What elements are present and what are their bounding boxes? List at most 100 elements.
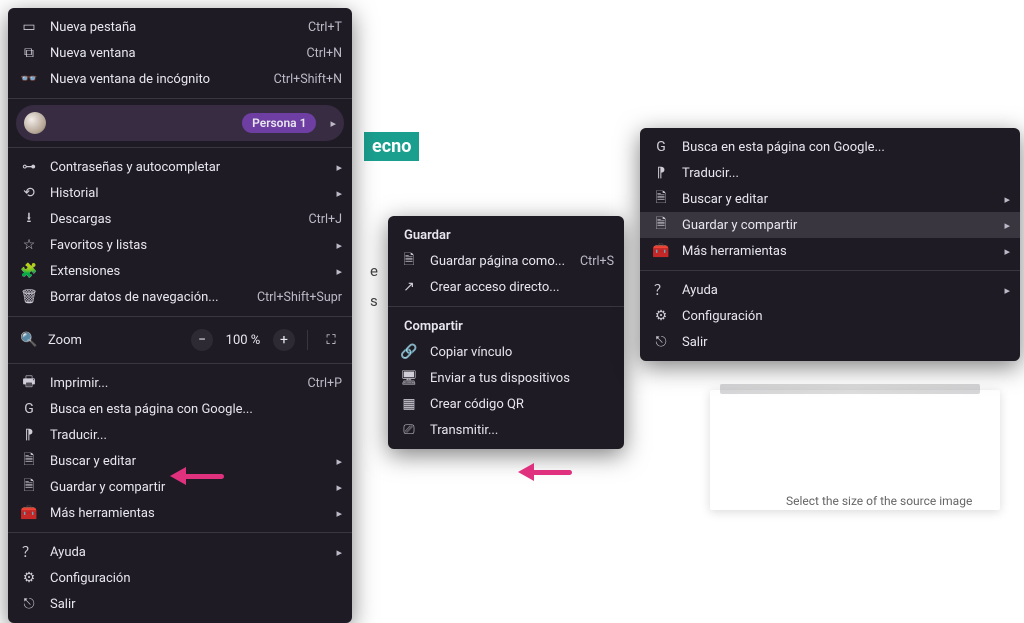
- translate-icon: ⁋: [652, 165, 670, 181]
- fullscreen-button[interactable]: ⛶: [320, 329, 342, 351]
- menu-label: Guardar y compartir: [50, 480, 318, 495]
- gear-icon: ⚙: [20, 570, 38, 586]
- menu-translate[interactable]: ⁋ Traducir...: [8, 422, 352, 448]
- zoom-in-button[interactable]: +: [273, 329, 295, 351]
- shortcut: Ctrl+S: [580, 254, 614, 269]
- google-icon: G: [20, 401, 38, 417]
- shortcut: Ctrl+N: [306, 46, 342, 61]
- shortcut: Ctrl+P: [308, 376, 342, 391]
- profile-selector[interactable]: Persona 1 ▸: [16, 105, 344, 141]
- menu-bookmarks-lists[interactable]: ☆ Favoritos y listas ▸: [8, 232, 352, 258]
- menu-label: Nueva ventana de incógnito: [50, 72, 262, 87]
- menu-downloads[interactable]: ⭳ Descargas Ctrl+J: [8, 206, 352, 232]
- menu-settings[interactable]: ⚙ Configuración: [8, 565, 352, 591]
- chevron-right-icon: ▸: [998, 284, 1010, 297]
- menu-label: Más herramientas: [50, 506, 318, 521]
- submenu-cast[interactable]: ⎚ Transmitir...: [388, 417, 624, 443]
- menu-label: Crear código QR: [430, 397, 614, 412]
- translate-icon: ⁋: [20, 427, 38, 443]
- menu-more-tools[interactable]: 🧰 Más herramientas ▸: [640, 238, 1020, 264]
- menu-help[interactable]: ？ Ayuda ▸: [8, 539, 352, 565]
- background-card: [710, 390, 1000, 510]
- menu-clear-browsing-data[interactable]: 🗑 Borrar datos de navegación... Ctrl+Shi…: [8, 284, 352, 310]
- star-icon: ☆: [20, 237, 38, 253]
- menu-new-tab[interactable]: ▭ Nueva pestaña Ctrl+T: [8, 14, 352, 40]
- menu-help[interactable]: ？ Ayuda ▸: [640, 277, 1020, 303]
- menu-search-google[interactable]: G Busca en esta página con Google...: [8, 396, 352, 422]
- menu-passwords-autofill[interactable]: ⊶ Contraseñas y autocompletar ▸: [8, 154, 352, 180]
- ecno-badge: ecno: [364, 132, 419, 161]
- cast-icon: ⎚: [400, 422, 418, 438]
- new-tab-icon: ▭: [20, 19, 38, 35]
- google-icon: G: [652, 139, 670, 155]
- menu-label: Favoritos y listas: [50, 238, 318, 253]
- menu-exit[interactable]: ⎋ Salir: [8, 591, 352, 617]
- chevron-right-icon: ▸: [330, 265, 342, 278]
- menu-history[interactable]: ⟲ Historial ▸: [8, 180, 352, 206]
- history-icon: ⟲: [20, 185, 38, 201]
- key-icon: ⊶: [20, 159, 38, 175]
- save-share-icon: 🗎: [20, 475, 38, 499]
- menu-label: Salir: [50, 597, 342, 612]
- annotation-arrow: [518, 464, 574, 480]
- menu-print[interactable]: 🖶 Imprimir... Ctrl+P: [8, 370, 352, 396]
- help-icon: ？: [20, 542, 38, 562]
- submenu-send-to-devices[interactable]: 🖥 Enviar a tus dispositivos: [388, 365, 624, 391]
- menu-find-edit[interactable]: 🗎 Buscar y editar ▸: [8, 448, 352, 474]
- menu-incognito-window[interactable]: 👓 Nueva ventana de incógnito Ctrl+Shift+…: [8, 66, 352, 92]
- menu-label: Configuración: [50, 571, 342, 586]
- submenu-copy-link[interactable]: 🔗 Copiar vínculo: [388, 339, 624, 365]
- menu-label: Extensiones: [50, 264, 318, 279]
- new-window-icon: ⧉: [20, 45, 38, 61]
- save-share-icon: 🗎: [652, 213, 670, 237]
- divider: [8, 98, 352, 99]
- exit-icon: ⎋: [20, 596, 38, 612]
- menu-label: Nueva ventana: [50, 46, 294, 61]
- menu-save-share[interactable]: 🗎 Guardar y compartir ▸: [640, 212, 1020, 238]
- menu-search-google[interactable]: G Busca en esta página con Google...: [640, 134, 1020, 160]
- menu-label: Borrar datos de navegación...: [50, 290, 245, 305]
- chevron-right-icon: ▸: [330, 455, 342, 468]
- menu-exit[interactable]: ⎋ Salir: [640, 329, 1020, 355]
- menu-settings[interactable]: ⚙ Configuración: [640, 303, 1020, 329]
- menu-label: Zoom: [48, 333, 181, 348]
- chevron-right-icon: ▸: [330, 546, 342, 559]
- chevron-right-icon: ▸: [330, 481, 342, 494]
- section-save: Guardar: [388, 222, 624, 248]
- chevron-right-icon: ▸: [330, 161, 342, 174]
- cutoff-text: Select the size of the source image: [786, 494, 972, 508]
- print-icon: 🖶: [20, 371, 38, 395]
- menu-find-edit[interactable]: 🗎 Buscar y editar ▸: [640, 186, 1020, 212]
- menu-label: Configuración: [682, 309, 1010, 324]
- file-icon: 🗎: [400, 249, 418, 273]
- menu-more-tools[interactable]: 🧰 Más herramientas ▸: [8, 500, 352, 526]
- menu-save-share[interactable]: 🗎 Guardar y compartir ▸: [8, 474, 352, 500]
- menu-label: Guardar página como...: [430, 254, 568, 269]
- chevron-right-icon: ▸: [330, 187, 342, 200]
- menu-label: Más herramientas: [682, 244, 986, 259]
- chevron-right-icon: ▸: [998, 219, 1010, 232]
- submenu-create-qr[interactable]: ▦ Crear código QR: [388, 391, 624, 417]
- menu-label: Transmitir...: [430, 423, 614, 438]
- menu-extensions[interactable]: 🧩 Extensiones ▸: [8, 258, 352, 284]
- menu-label: Contraseñas y autocompletar: [50, 160, 318, 175]
- menu-label: Descargas: [50, 212, 297, 227]
- menu-label: Salir: [682, 335, 1010, 350]
- link-icon: 🔗: [400, 344, 418, 360]
- menu-translate[interactable]: ⁋ Traducir...: [640, 160, 1020, 186]
- section-share: Compartir: [388, 313, 624, 339]
- submenu-create-shortcut[interactable]: ↗ Crear acceso directo...: [388, 274, 624, 300]
- submenu-save-page-as[interactable]: 🗎 Guardar página como... Ctrl+S: [388, 248, 624, 274]
- divider: [8, 363, 352, 364]
- exit-icon: ⎋: [652, 334, 670, 350]
- menu-label: Busca en esta página con Google...: [682, 140, 1010, 155]
- divider: [8, 532, 352, 533]
- shortcut: Ctrl+J: [309, 212, 343, 227]
- divider: [640, 270, 1020, 271]
- zoom-out-button[interactable]: −: [191, 329, 213, 351]
- menu-label: Guardar y compartir: [682, 218, 986, 233]
- menu-label: Nueva pestaña: [50, 20, 296, 35]
- puzzle-icon: 🧩: [20, 263, 38, 279]
- shortcut: Ctrl+Shift+N: [274, 72, 342, 87]
- menu-new-window[interactable]: ⧉ Nueva ventana Ctrl+N: [8, 40, 352, 66]
